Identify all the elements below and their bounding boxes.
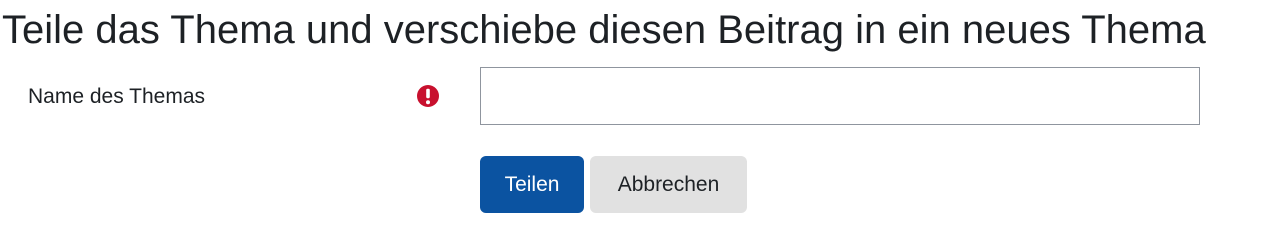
cancel-button[interactable]: Abbrechen <box>590 156 747 213</box>
required-icon-svg <box>417 85 439 107</box>
exclamation-circle-icon <box>416 84 440 108</box>
page-title: Teile das Thema und verschiebe diesen Be… <box>2 8 1206 52</box>
split-button[interactable]: Teilen <box>480 156 584 213</box>
topic-name-input[interactable] <box>480 67 1200 125</box>
topic-name-label: Name des Themas <box>28 85 206 108</box>
